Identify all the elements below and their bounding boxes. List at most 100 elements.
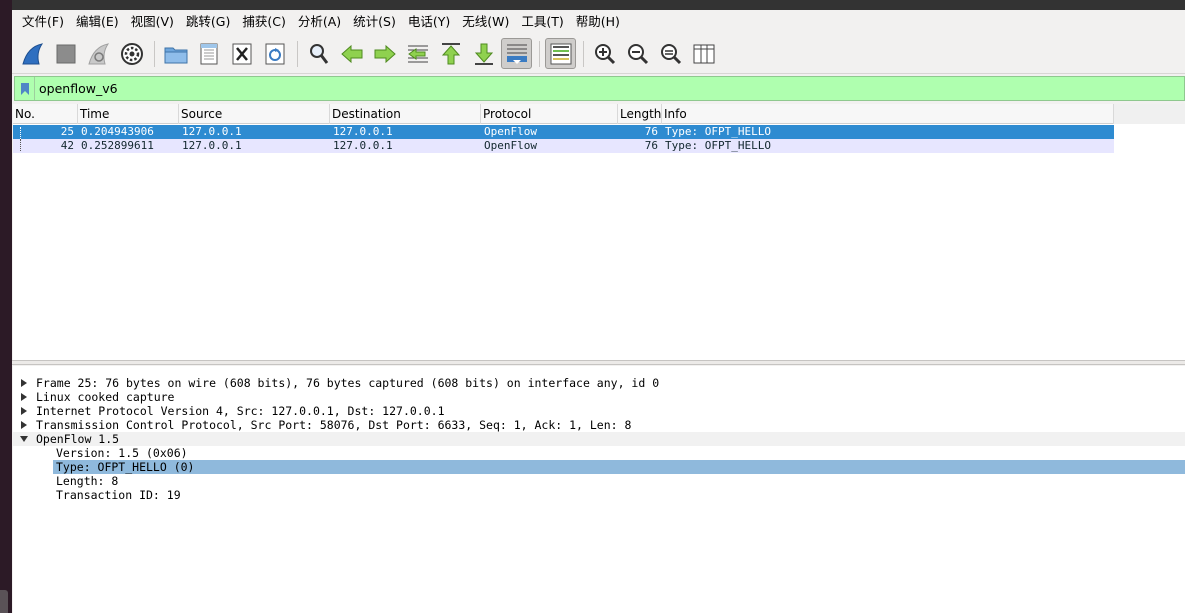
packet-details-tree: Frame 25: 76 bytes on wire (608 bits), 7…	[13, 366, 1185, 613]
menu-statistics[interactable]: 统计(S)	[347, 11, 402, 33]
find-packet-button[interactable]	[303, 38, 334, 69]
tree-item-label: Type: OFPT_HELLO (0)	[53, 460, 1185, 474]
capture-options-gear-icon	[120, 42, 143, 65]
go-back-button[interactable]	[336, 38, 367, 69]
packet-length: 76	[644, 139, 658, 152]
menu-telephony[interactable]: 电话(Y)	[402, 11, 456, 33]
start-capture-button[interactable]	[17, 38, 48, 69]
packet-list: No. Time Source Destination Protocol Len…	[13, 104, 1185, 360]
pane-splitter[interactable]	[12, 360, 1185, 365]
packet-list-header: No. Time Source Destination Protocol Len…	[13, 104, 1185, 124]
expand-triangle-icon[interactable]	[19, 390, 29, 404]
display-filter-bar	[14, 76, 1185, 101]
resize-columns-button[interactable]	[688, 38, 719, 69]
menu-file[interactable]: 文件(F)	[16, 11, 70, 33]
menubar: 文件(F) 编辑(E) 视图(V) 跳转(G) 捕获(C) 分析(A) 统计(S…	[12, 10, 1185, 34]
wireshark-window: 文件(F) 编辑(E) 视图(V) 跳转(G) 捕获(C) 分析(A) 统计(S…	[12, 10, 1185, 613]
tree-item-transaction-id[interactable]: Transaction ID: 19	[13, 488, 1185, 502]
first-packet-icon	[441, 42, 460, 64]
go-forward-button[interactable]	[369, 38, 400, 69]
save-file-button[interactable]	[193, 38, 224, 69]
column-header-source[interactable]: Source	[179, 104, 330, 124]
column-header-no[interactable]: No.	[13, 104, 78, 124]
menu-tools[interactable]: 工具(T)	[515, 11, 569, 33]
related-packet-indicator	[20, 127, 21, 139]
go-to-packet-button[interactable]	[402, 38, 433, 69]
packet-protocol: OpenFlow	[484, 125, 537, 138]
column-header-time[interactable]: Time	[78, 104, 179, 124]
column-header-length[interactable]: Length	[618, 104, 662, 124]
first-packet-button[interactable]	[435, 38, 466, 69]
tree-item-tcp[interactable]: Transmission Control Protocol, Src Port:…	[13, 418, 1185, 432]
tree-item-label: Transaction ID: 19	[56, 488, 181, 502]
tree-item-version[interactable]: Version: 1.5 (0x06)	[13, 446, 1185, 460]
bookmark-icon	[20, 82, 29, 95]
packet-time: 0.204943906	[81, 125, 154, 138]
menu-analyze[interactable]: 分析(A)	[292, 11, 347, 33]
autoscroll-button[interactable]	[501, 38, 532, 69]
zoom-normal-button[interactable]	[655, 38, 686, 69]
save-file-icon	[200, 43, 217, 64]
restart-capture-button[interactable]	[83, 38, 114, 69]
restart-fin-icon	[87, 42, 109, 64]
menu-capture[interactable]: 捕获(C)	[236, 11, 291, 33]
tree-item-type[interactable]: Type: OFPT_HELLO (0)	[13, 460, 1185, 474]
window-titlebar	[12, 0, 1185, 10]
capture-options-button[interactable]	[116, 38, 147, 69]
open-folder-icon	[164, 47, 187, 63]
packet-protocol: OpenFlow	[484, 139, 537, 152]
tree-item-linux-cooked[interactable]: Linux cooked capture	[13, 390, 1185, 404]
packet-length: 76	[644, 125, 658, 138]
expand-triangle-icon[interactable]	[19, 376, 29, 390]
tree-item-frame[interactable]: Frame 25: 76 bytes on wire (608 bits), 7…	[13, 376, 1185, 390]
menu-edit[interactable]: 编辑(E)	[70, 11, 125, 33]
find-magnifier-icon	[309, 43, 328, 64]
menu-help[interactable]: 帮助(H)	[570, 11, 626, 33]
expand-triangle-icon[interactable]	[19, 418, 29, 432]
reload-file-icon	[265, 43, 284, 64]
tree-item-label: Version: 1.5 (0x06)	[56, 446, 188, 460]
open-file-button[interactable]	[160, 38, 191, 69]
tree-item-label: OpenFlow 1.5	[36, 432, 120, 446]
toolbar-separator	[297, 40, 298, 67]
toolbar-separator	[154, 40, 155, 67]
column-header-protocol[interactable]: Protocol	[481, 104, 618, 124]
column-header-info[interactable]: Info	[662, 104, 1114, 124]
tree-item-label: Length: 8	[56, 474, 119, 488]
tree-item-length[interactable]: Length: 8	[13, 474, 1185, 488]
tree-item-label: Internet Protocol Version 4, Src: 127.0.…	[36, 404, 445, 418]
zoom-normal-icon	[660, 43, 681, 64]
filter-bookmark-button[interactable]	[15, 77, 35, 100]
tree-item-openflow[interactable]: OpenFlow 1.5	[13, 432, 1185, 446]
menu-view[interactable]: 视图(V)	[125, 11, 180, 33]
menu-go[interactable]: 跳转(G)	[180, 11, 236, 33]
colorize-button[interactable]	[545, 38, 576, 69]
menu-wireless[interactable]: 无线(W)	[456, 11, 515, 33]
related-packet-indicator	[20, 139, 21, 151]
packet-destination: 127.0.0.1	[333, 125, 393, 138]
tree-item-ipv4[interactable]: Internet Protocol Version 4, Src: 127.0.…	[13, 404, 1185, 418]
zoom-in-button[interactable]	[589, 38, 620, 69]
desktop-edge	[0, 0, 12, 613]
expand-triangle-icon[interactable]	[19, 404, 29, 418]
stop-capture-button[interactable]	[50, 38, 81, 69]
display-filter-input[interactable]	[35, 77, 1184, 100]
go-forward-arrow-icon	[374, 44, 396, 63]
reload-file-button[interactable]	[259, 38, 290, 69]
packet-source: 127.0.0.1	[182, 139, 242, 152]
zoom-in-icon	[594, 43, 615, 64]
close-file-icon	[232, 43, 251, 64]
zoom-out-button[interactable]	[622, 38, 653, 69]
packet-row[interactable]: 25 0.204943906 127.0.0.1 127.0.0.1 OpenF…	[13, 125, 1114, 139]
zoom-out-icon	[627, 43, 648, 64]
tree-item-label: Frame 25: 76 bytes on wire (608 bits), 7…	[36, 376, 660, 390]
packet-info: Type: OFPT_HELLO	[665, 125, 771, 138]
packet-info: Type: OFPT_HELLO	[665, 139, 771, 152]
collapse-triangle-icon[interactable]	[19, 432, 29, 446]
column-header-destination[interactable]: Destination	[330, 104, 481, 124]
toolbar-separator	[539, 40, 540, 67]
go-to-packet-icon	[407, 45, 428, 62]
last-packet-button[interactable]	[468, 38, 499, 69]
close-file-button[interactable]	[226, 38, 257, 69]
packet-row[interactable]: 42 0.252899611 127.0.0.1 127.0.0.1 OpenF…	[13, 139, 1114, 153]
